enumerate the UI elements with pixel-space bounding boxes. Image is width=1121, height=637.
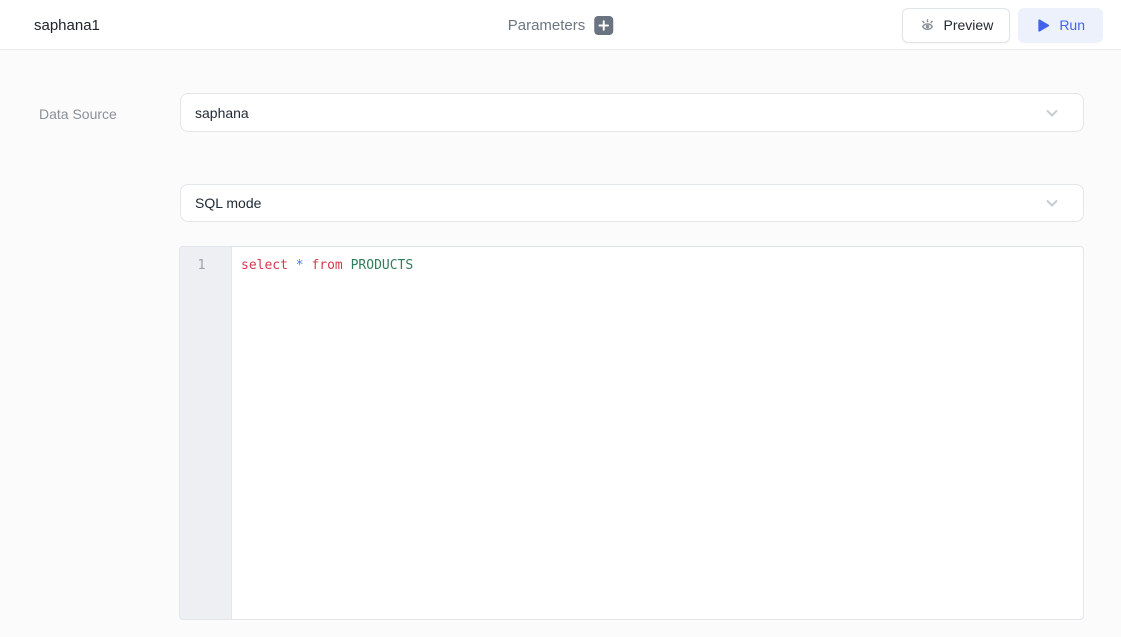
- preview-button[interactable]: Preview: [902, 8, 1011, 43]
- header-actions: Preview Run: [902, 0, 1103, 50]
- eye-icon: [919, 17, 936, 34]
- sql-code-editor[interactable]: 1 select * from PRODUCTS: [179, 246, 1084, 620]
- run-button[interactable]: Run: [1018, 8, 1103, 43]
- sql-keyword: from: [311, 258, 350, 273]
- sql-identifier: PRODUCTS: [351, 258, 414, 273]
- run-button-label: Run: [1059, 17, 1085, 33]
- play-icon: [1036, 18, 1051, 33]
- query-mode-selected-value: SQL mode: [195, 195, 1043, 211]
- preview-button-label: Preview: [944, 17, 994, 33]
- data-source-select[interactable]: saphana: [180, 93, 1084, 132]
- editor-gutter: 1: [180, 247, 232, 619]
- query-mode-select[interactable]: SQL mode: [180, 184, 1084, 222]
- add-parameter-button[interactable]: [594, 16, 613, 35]
- header-bar: saphana1 Parameters Preview: [0, 0, 1121, 50]
- parameters-label: Parameters: [508, 17, 586, 34]
- plus-icon: [598, 20, 609, 31]
- sql-keyword: select: [241, 258, 296, 273]
- data-source-label: Data Source: [39, 106, 117, 122]
- data-source-selected-value: saphana: [195, 105, 1043, 121]
- chevron-down-icon: [1043, 194, 1061, 212]
- page-title: saphana1: [34, 0, 100, 50]
- line-number: 1: [179, 247, 227, 275]
- sql-operator: *: [296, 258, 312, 273]
- chevron-down-icon: [1043, 104, 1061, 122]
- parameters-section: Parameters: [508, 0, 614, 50]
- code-input[interactable]: select * from PRODUCTS: [233, 247, 1083, 619]
